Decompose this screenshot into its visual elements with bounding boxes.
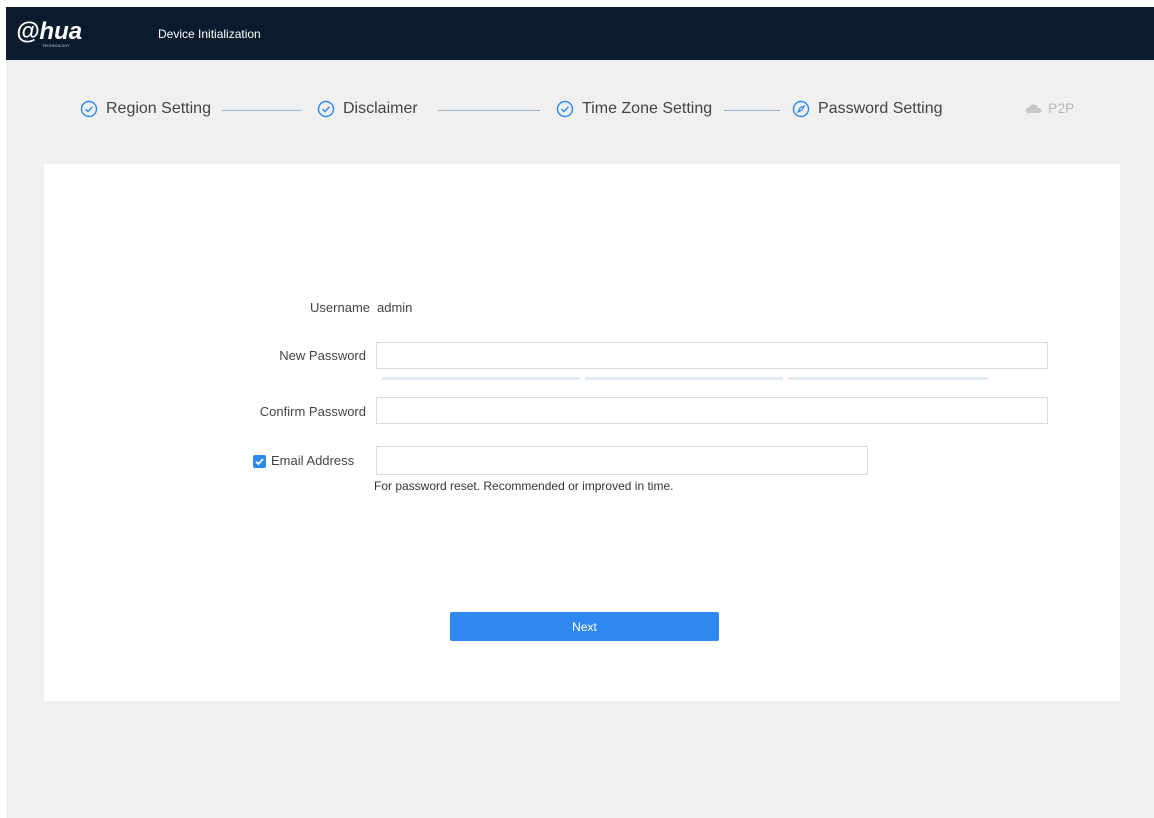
dahua-logo: @hua TECHNOLOGY bbox=[14, 17, 124, 53]
check-circle-icon bbox=[317, 100, 335, 118]
username-value: admin bbox=[377, 300, 413, 315]
compass-circle-icon bbox=[792, 100, 810, 118]
check-circle-icon bbox=[556, 100, 574, 118]
step-time-zone-setting: Time Zone Setting bbox=[556, 100, 712, 118]
new-password-label: New Password bbox=[279, 348, 366, 363]
step-connector bbox=[438, 110, 540, 111]
checkmark-icon bbox=[255, 458, 264, 466]
step-label: Region Setting bbox=[106, 100, 211, 117]
step-region-setting: Region Setting bbox=[80, 100, 211, 118]
top-header: @hua TECHNOLOGY Device Initialization bbox=[6, 7, 1154, 60]
svg-text:TECHNOLOGY: TECHNOLOGY bbox=[42, 43, 70, 47]
username-label: Username bbox=[310, 300, 370, 315]
password-strength-segment-strong bbox=[788, 377, 988, 380]
setup-steps: Region Setting Disclaimer Time Zone Sett… bbox=[6, 92, 1154, 128]
confirm-password-input[interactable] bbox=[376, 397, 1048, 424]
email-address-label: Email Address bbox=[271, 453, 355, 468]
email-address-input[interactable] bbox=[376, 446, 868, 475]
step-connector bbox=[724, 110, 780, 111]
cloud-icon bbox=[1025, 104, 1042, 113]
new-password-input[interactable] bbox=[376, 342, 1048, 369]
confirm-password-label: Confirm Password bbox=[259, 404, 366, 419]
step-label: Disclaimer bbox=[343, 100, 418, 117]
password-strength-segment-medium bbox=[585, 377, 783, 380]
header-title: Device Initialization bbox=[158, 27, 261, 41]
step-label: P2P bbox=[1048, 100, 1075, 116]
step-label: Password Setting bbox=[818, 100, 943, 117]
svg-text:@hua: @hua bbox=[16, 18, 82, 45]
step-p2p: P2P bbox=[1024, 100, 1074, 116]
email-hint-text: For password reset. Recommended or impro… bbox=[374, 479, 674, 493]
step-password-setting: Password Setting bbox=[792, 100, 943, 118]
email-address-checkbox[interactable] bbox=[253, 455, 266, 468]
password-setting-panel: Username admin New Password Confirm Pass… bbox=[44, 164, 1120, 701]
step-connector bbox=[222, 110, 302, 111]
check-circle-icon bbox=[80, 100, 98, 118]
step-disclaimer: Disclaimer bbox=[317, 100, 418, 118]
step-label: Time Zone Setting bbox=[582, 100, 713, 117]
next-button[interactable]: Next bbox=[450, 612, 719, 641]
password-strength-segment-weak bbox=[382, 377, 580, 380]
logo-mark: @hua TECHNOLOGY bbox=[16, 18, 82, 48]
app-window: @hua TECHNOLOGY Device Initialization Re… bbox=[6, 7, 1154, 818]
